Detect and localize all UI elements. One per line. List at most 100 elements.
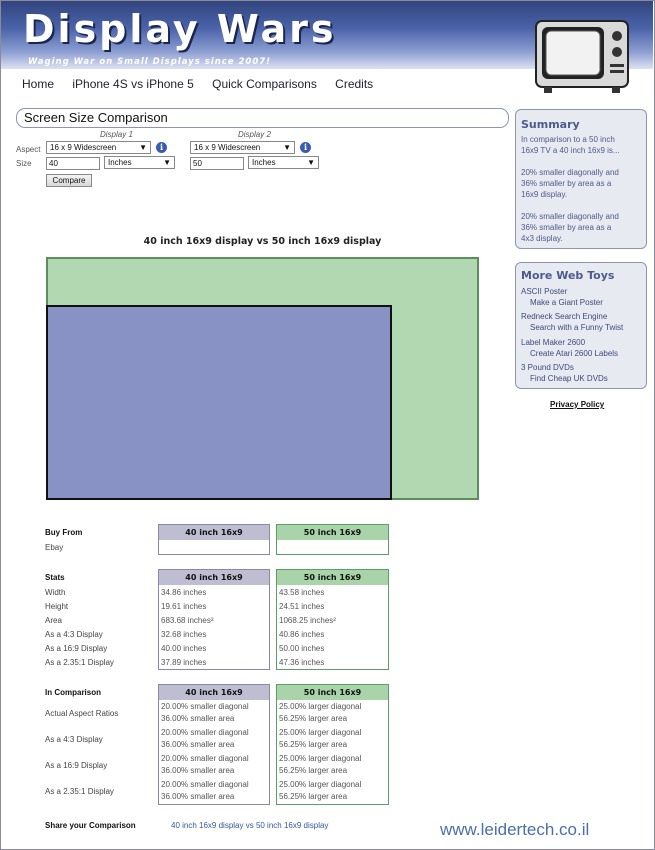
toy-desc: Search with a Funny Twist	[530, 323, 624, 332]
col-header-a: 40 inch 16x9	[159, 685, 269, 700]
site-logo-title[interactable]: Display Wars	[23, 7, 336, 51]
info-icon[interactable]: i	[156, 142, 167, 153]
comparison-cell: 36.00% smaller area	[161, 792, 235, 801]
col-header-b: 50 inch 16x9	[277, 685, 388, 700]
display2-size-input[interactable]: 50	[190, 157, 244, 170]
display1-aspect-select[interactable]: 16 x 9 Widescreen ▼	[46, 141, 151, 154]
chevron-down-icon: ▼	[139, 143, 147, 152]
stat-row-label: Height	[45, 602, 69, 611]
stat-cell: 1068.25 inches²	[279, 616, 336, 625]
stat-cell: 47.36 inches	[279, 658, 325, 667]
col-header-b: 50 inch 16x9	[277, 570, 388, 585]
tv-icon	[535, 20, 629, 93]
summary-line: 4x3 display.	[521, 234, 563, 243]
display2-unit-select[interactable]: Inches ▼	[248, 156, 319, 169]
stats-col-b: 50 inch 16x9 43.58 inches 24.51 inches 1…	[276, 569, 389, 670]
comparison-cell: 25.00% larger diagonal	[279, 754, 362, 763]
buy-from-label: Buy From	[45, 528, 83, 537]
stat-cell: 19.61 inches	[161, 602, 207, 611]
stat-cell: 37.89 inches	[161, 658, 207, 667]
toy-link[interactable]: Label Maker 2600	[521, 338, 585, 347]
col-header-a: 40 inch 16x9	[159, 570, 269, 585]
stat-cell: 24.51 inches	[279, 602, 325, 611]
toy-desc: Make a Giant Poster	[530, 298, 603, 307]
comparison-cell: 20.00% smaller diagonal	[161, 780, 249, 789]
comparison-row-label: As a 4:3 Display	[45, 735, 103, 744]
summary-title: Summary	[521, 118, 580, 131]
toy-link[interactable]: ASCII Poster	[521, 287, 567, 296]
summary-line: In comparison to a 50 inch	[521, 135, 615, 144]
col-header-a: 40 inch 16x9	[159, 525, 269, 540]
nav-home[interactable]: Home	[22, 77, 54, 91]
comparison-cell: 56.25% larger area	[279, 714, 348, 723]
comparison-row-label: Actual Aspect Ratios	[45, 709, 119, 718]
comparison-cell: 56.25% larger area	[279, 792, 348, 801]
web-toys-box: More Web Toys ASCII Poster Make a Giant …	[515, 262, 647, 389]
in-comparison-label: In Comparison	[45, 688, 102, 697]
stat-row-label: Width	[45, 588, 66, 597]
comparison-row-label: As a 16:9 Display	[45, 761, 108, 770]
display2-aspect-select[interactable]: 16 x 9 Widescreen ▼	[190, 141, 295, 154]
summary-line: 16x9 display.	[521, 190, 568, 199]
section-title: Screen Size Comparison	[16, 108, 509, 128]
comparison-cell: 20.00% smaller diagonal	[161, 702, 249, 711]
comparison-cell: 56.25% larger area	[279, 740, 348, 749]
summary-line: 20% smaller diagonally and	[521, 168, 619, 177]
stat-row-label: As a 4:3 Display	[45, 630, 103, 639]
nav-credits[interactable]: Credits	[335, 77, 373, 91]
web-toys-title: More Web Toys	[521, 269, 615, 282]
size-label: Size	[16, 159, 32, 168]
share-label: Share your Comparison	[45, 821, 136, 830]
share-link[interactable]: 40 inch 16x9 display vs 50 inch 16x9 dis…	[171, 821, 328, 830]
toy-link[interactable]: 3 Pound DVDs	[521, 363, 574, 372]
stat-row-label: Area	[45, 616, 62, 625]
stat-cell: 32.68 inches	[161, 630, 207, 639]
comparison-col-b: 50 inch 16x9 25.00% larger diagonal 56.2…	[276, 684, 389, 805]
buy-ebay-label: Ebay	[45, 543, 64, 552]
comparison-cell: 36.00% smaller area	[161, 714, 235, 723]
buy-col-a: 40 inch 16x9	[158, 524, 270, 555]
stats-col-a: 40 inch 16x9 34.86 inches 19.61 inches 6…	[158, 569, 270, 670]
aspect-label: Aspect	[16, 145, 41, 154]
display2-label: Display 2	[238, 130, 271, 139]
nav-iphone-compare[interactable]: iPhone 4S vs iPhone 5	[72, 77, 193, 91]
comparison-row-label: As a 2.35:1 Display	[45, 787, 114, 796]
comparison-title: 40 inch 16x9 display vs 50 inch 16x9 dis…	[143, 236, 382, 247]
col-header-b: 50 inch 16x9	[277, 525, 388, 540]
comparison-cell: 20.00% smaller diagonal	[161, 728, 249, 737]
stat-cell: 683.68 inches²	[161, 616, 214, 625]
stat-row-label: As a 16:9 Display	[45, 644, 108, 653]
summary-line: 36% smaller by area as a	[521, 223, 612, 232]
summary-line: 16x9 TV a 40 inch 16x9 is...	[521, 146, 620, 155]
comparison-cell: 25.00% larger diagonal	[279, 728, 362, 737]
summary-line: 20% smaller diagonally and	[521, 212, 619, 221]
info-icon[interactable]: i	[300, 142, 311, 153]
stat-cell: 50.00 inches	[279, 644, 325, 653]
display1-size-input[interactable]: 40	[46, 157, 100, 170]
privacy-policy-link[interactable]: Privacy Policy	[550, 400, 604, 409]
comparison-cell: 36.00% smaller area	[161, 766, 235, 775]
nav-quick-comparisons[interactable]: Quick Comparisons	[212, 77, 317, 91]
stat-cell: 40.86 inches	[279, 630, 325, 639]
display1-label: Display 1	[100, 130, 133, 139]
main-nav: Home iPhone 4S vs iPhone 5 Quick Compari…	[22, 77, 388, 91]
toy-desc: Find Cheap UK DVDs	[530, 374, 608, 383]
stat-cell: 40.00 inches	[161, 644, 207, 653]
toy-desc: Create Atari 2600 Labels	[530, 349, 619, 358]
chevron-down-icon: ▼	[163, 158, 171, 167]
comparison-col-a: 40 inch 16x9 20.00% smaller diagonal 36.…	[158, 684, 270, 805]
comparison-cell: 25.00% larger diagonal	[279, 780, 362, 789]
toy-link[interactable]: Redneck Search Engine	[521, 312, 607, 321]
compare-button[interactable]: Compare	[46, 174, 92, 187]
comparison-cell: 56.25% larger area	[279, 766, 348, 775]
summary-box: Summary In comparison to a 50 inch 16x9 …	[515, 109, 647, 249]
chevron-down-icon: ▼	[283, 143, 291, 152]
display-a-rectangle	[46, 305, 392, 500]
display1-unit-select[interactable]: Inches ▼	[104, 156, 175, 169]
stat-cell: 34.86 inches	[161, 588, 207, 597]
summary-line: 36% smaller by area as a	[521, 179, 612, 188]
comparison-cell: 20.00% smaller diagonal	[161, 754, 249, 763]
buy-col-b: 50 inch 16x9	[276, 524, 389, 555]
chevron-down-icon: ▼	[307, 158, 315, 167]
comparison-cell: 36.00% smaller area	[161, 740, 235, 749]
